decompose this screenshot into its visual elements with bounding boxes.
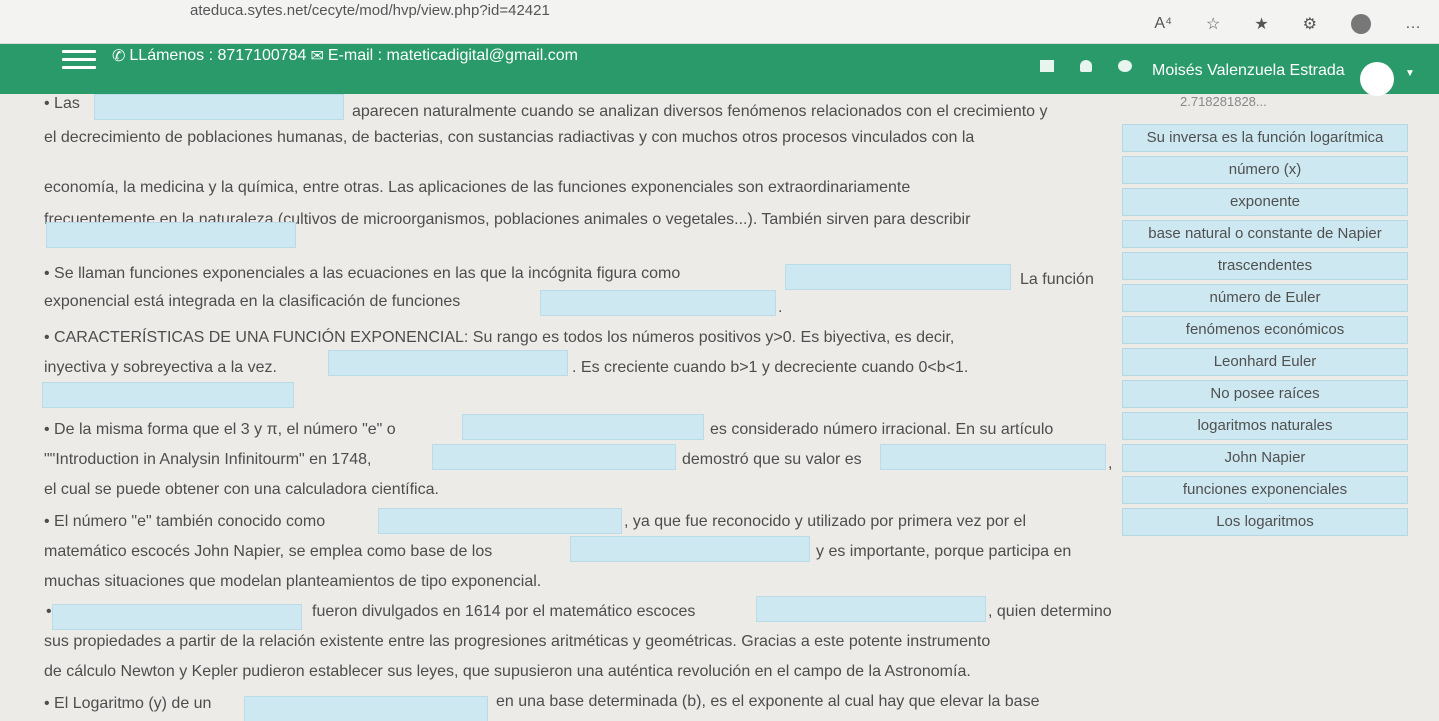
text-line: • <box>46 603 52 620</box>
draggable-option[interactable]: número (x) <box>1122 156 1408 184</box>
chevron-down-icon[interactable]: ▼ <box>1405 68 1415 79</box>
text-line: , <box>1108 455 1113 472</box>
text-line: • El número "e" también conocido como <box>44 513 326 530</box>
text-line: es considerado número irracional. En su … <box>710 421 1054 438</box>
text-line: aparecen naturalmente cuando se analizan… <box>352 103 1048 120</box>
header-icons <box>1040 60 1132 72</box>
text-line: • CARACTERÍSTICAS DE UNA FUNCIÓN EXPONEN… <box>44 329 955 346</box>
draggable-option[interactable]: No posee raíces <box>1122 380 1408 408</box>
user-name[interactable]: Moisés Valenzuela Estrada <box>1152 62 1345 80</box>
text-line: el decrecimiento de poblaciones humanas,… <box>44 129 975 146</box>
text-line: • El Logaritmo (y) de un <box>44 695 212 712</box>
drop-zone[interactable] <box>785 264 1011 290</box>
drop-zone[interactable] <box>880 444 1106 470</box>
drop-zone[interactable] <box>432 444 676 470</box>
drag-text-activity: • Las aparecen naturalmente cuando se an… <box>0 94 1120 721</box>
drop-zone[interactable] <box>42 382 294 408</box>
draggable-option[interactable]: Su inversa es la función logarítmica <box>1122 124 1408 152</box>
text-line: • De la misma forma que el 3 y π, el núm… <box>44 421 396 438</box>
favorites-bar-icon[interactable]: ★ <box>1254 14 1268 34</box>
contact-info: ✆ LLámenos : 8717100784 ✉ E-mail : matet… <box>112 46 578 66</box>
more-icon[interactable]: … <box>1405 15 1421 33</box>
text-line: , quien determino <box>988 603 1112 620</box>
draggable-option[interactable]: Los logaritmos <box>1122 508 1408 536</box>
drop-zone[interactable] <box>462 414 704 440</box>
text-line: y es importante, porque participa en <box>816 543 1072 560</box>
draggable-option[interactable]: base natural o constante de Napier <box>1122 220 1408 248</box>
drop-zone[interactable] <box>378 508 622 534</box>
drop-zone[interactable] <box>244 696 488 721</box>
notifications-icon[interactable] <box>1080 60 1092 72</box>
drop-zone[interactable] <box>570 536 810 562</box>
text-line: exponencial está integrada en la clasifi… <box>44 293 461 310</box>
text-line: ""Introduction in Analysin Infinitourm" … <box>44 451 372 468</box>
drop-zone[interactable] <box>52 604 302 630</box>
chat-icon[interactable] <box>1118 60 1132 72</box>
draggable-option[interactable]: fenómenos económicos <box>1122 316 1408 344</box>
text-line: matemático escocés John Napier, se emple… <box>44 543 493 560</box>
browser-icons: A⁴ ☆ ★ ⚙ … <box>1154 14 1421 34</box>
favorite-icon[interactable]: ☆ <box>1206 14 1220 34</box>
text-line: , ya que fue reconocido y utilizado por … <box>624 513 1026 530</box>
drop-zone[interactable] <box>756 596 986 622</box>
text-line: en una base determinada (b), es el expon… <box>496 693 1040 710</box>
text-line: muchas situaciones que modelan planteami… <box>44 573 542 590</box>
drop-zone[interactable] <box>328 350 568 376</box>
draggable-option[interactable]: logaritmos naturales <box>1122 412 1408 440</box>
draggable-option[interactable]: John Napier <box>1122 444 1408 472</box>
browser-toolbar: ateduca.sytes.net/cecyte/mod/hvp/view.ph… <box>0 0 1439 44</box>
text-line: fueron divulgados en 1614 por el matemát… <box>312 603 696 620</box>
menu-icon[interactable] <box>62 50 96 70</box>
cut-off-option[interactable]: 2.718281828... <box>1180 94 1267 109</box>
address-bar[interactable]: ateduca.sytes.net/cecyte/mod/hvp/view.ph… <box>190 2 550 19</box>
text-line: • Se llaman funciones exponenciales a la… <box>44 265 681 282</box>
extensions-icon[interactable]: ⚙ <box>1303 14 1317 34</box>
phone-icon: ✆ <box>112 48 126 65</box>
draggable-option[interactable]: funciones exponenciales <box>1122 476 1408 504</box>
text-line: • Las <box>44 95 80 112</box>
text-line: sus propiedades a partir de la relación … <box>44 633 991 650</box>
draggable-option[interactable]: Leonhard Euler <box>1122 348 1408 376</box>
drop-zone[interactable] <box>46 222 296 248</box>
site-header: ✆ LLámenos : 8717100784 ✉ E-mail : matet… <box>0 44 1439 96</box>
text-line: La función <box>1020 271 1094 288</box>
text-line: demostró que su valor es <box>682 451 862 468</box>
email-icon: ✉ <box>310 48 324 65</box>
draggable-option[interactable]: trascendentes <box>1122 252 1408 280</box>
text-line: de cálculo Newton y Kepler pudieron esta… <box>44 663 971 680</box>
text-line: economía, la medicina y la química, entr… <box>44 179 911 196</box>
contact-email: E-mail : mateticadigital@gmail.com <box>327 47 578 64</box>
contact-phone: LLámenos : 8717100784 <box>129 47 307 64</box>
draggable-option[interactable]: número de Euler <box>1122 284 1408 312</box>
user-avatar[interactable] <box>1360 62 1394 96</box>
drop-zone[interactable] <box>94 94 344 120</box>
word-bank: 2.718281828... Su inversa es la función … <box>1120 94 1439 536</box>
drop-zone[interactable] <box>540 290 776 316</box>
text-line: el cual se puede obtener con una calcula… <box>44 481 439 498</box>
profile-icon[interactable] <box>1351 14 1371 34</box>
text-line: . <box>778 299 783 316</box>
text-line: . Es creciente cuando b>1 y decreciente … <box>572 359 969 376</box>
messages-icon[interactable] <box>1040 60 1054 72</box>
draggable-option[interactable]: exponente <box>1122 188 1408 216</box>
read-aloud-icon[interactable]: A⁴ <box>1154 15 1172 33</box>
text-line: inyectiva y sobreyectiva a la vez. <box>44 359 277 376</box>
